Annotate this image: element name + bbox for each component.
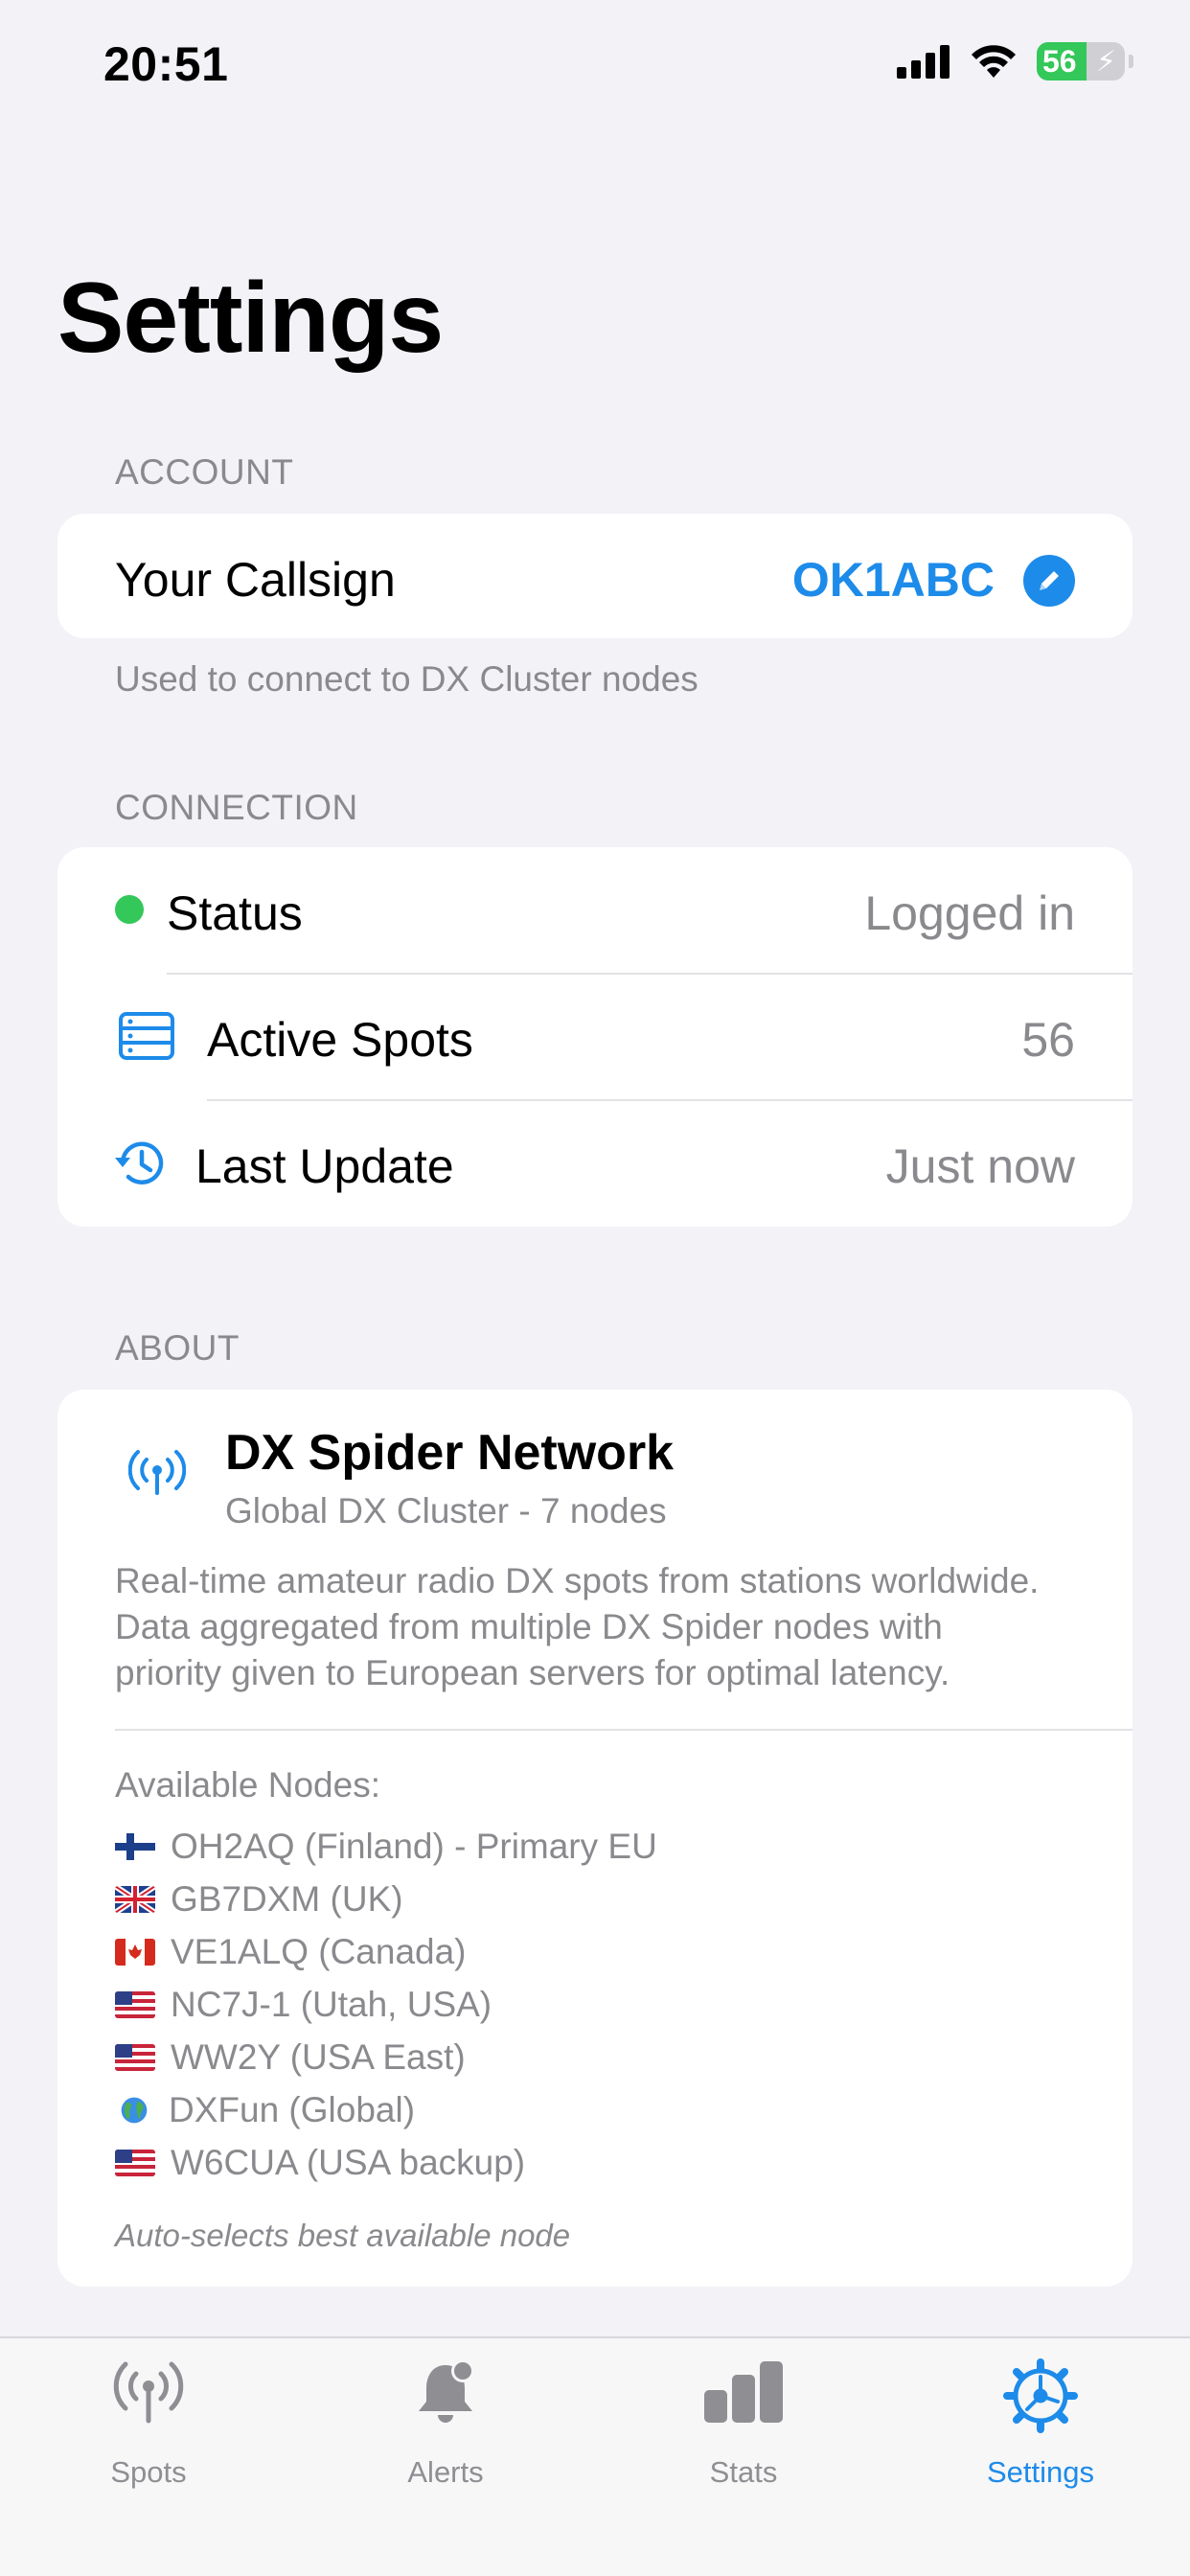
account-section-header: ACCOUNT	[115, 452, 294, 492]
tab-label: Stats	[709, 2455, 778, 2489]
node-label: DXFun (Global)	[169, 2090, 416, 2129]
battery-level: 56	[1042, 44, 1077, 79]
last-update-label: Last Update	[195, 1139, 454, 1193]
account-card: Your Callsign OK1ABC	[57, 514, 1133, 638]
bell-badge-icon	[419, 2359, 474, 2423]
antenna-icon	[113, 2361, 184, 2424]
settings-screen: 20:51 56 ⚡ Settings ACCOUNT Your Callsig…	[0, 0, 1190, 2576]
divider	[115, 1729, 1133, 1731]
status-bar: 20:51 56 ⚡	[0, 0, 1190, 125]
node-item: GB7DXM (UK)	[115, 1879, 403, 1920]
tab-label: Alerts	[407, 2455, 484, 2489]
gear-icon	[1003, 2358, 1078, 2433]
about-description-line: Real-time amateur radio DX spots from st…	[115, 1561, 1040, 1600]
connection-section-header: CONNECTION	[115, 788, 358, 827]
last-update-value: Just now	[885, 1139, 1075, 1193]
about-description-line: priority given to European servers for o…	[115, 1653, 950, 1692]
last-update-row: Last Update Just now	[57, 1100, 1133, 1227]
charging-bolt-icon: ⚡	[1096, 46, 1117, 78]
node-label: GB7DXM (UK)	[171, 1879, 403, 1919]
active-spots-row: Active Spots 56	[57, 974, 1133, 1100]
node-item: OH2AQ (Finland) - Primary EU	[115, 1827, 657, 1867]
edit-pencil-icon[interactable]	[1023, 555, 1075, 607]
tab-settings[interactable]: Settings	[892, 2338, 1189, 2511]
account-footer: Used to connect to DX Cluster nodes	[115, 659, 698, 699]
wifi-icon	[972, 45, 1016, 78]
active-spots-value: 56	[1021, 1013, 1075, 1067]
globe-icon	[121, 2097, 148, 2124]
uk-flag-icon	[115, 1886, 155, 1913]
status-label: Status	[167, 886, 303, 940]
node-item: WW2Y (USA East)	[115, 2037, 466, 2078]
history-clock-icon	[115, 1141, 164, 1184]
node-label: VE1ALQ (Canada)	[171, 1932, 467, 1971]
about-footnote: Auto-selects best available node	[115, 2218, 571, 2253]
server-stack-icon	[119, 1012, 174, 1060]
tab-bar: Spots Alerts Stats Settings	[0, 2336, 1190, 2576]
finland-flag-icon	[115, 1833, 155, 1860]
node-label: NC7J-1 (Utah, USA)	[171, 1985, 492, 2024]
about-section-header: ABOUT	[115, 1328, 240, 1368]
page-title: Settings	[57, 263, 444, 374]
about-description: Real-time amateur radio DX spots from st…	[115, 1558, 1092, 1696]
status-value: Logged in	[864, 886, 1075, 940]
status-dot	[115, 895, 144, 924]
about-card: DX Spider Network Global DX Cluster - 7 …	[57, 1390, 1133, 2287]
status-time: 20:51	[103, 37, 229, 91]
status-row: Status Logged in	[57, 847, 1133, 974]
cellular-signal-icon	[897, 45, 950, 79]
node-item: NC7J-1 (Utah, USA)	[115, 1985, 492, 2025]
usa-flag-icon	[115, 1991, 155, 2018]
tab-stats[interactable]: Stats	[595, 2338, 892, 2511]
battery-charging-icon: 56 ⚡	[1037, 42, 1133, 80]
about-subtitle: Global DX Cluster - 7 nodes	[225, 1491, 667, 1530]
connection-card: Status Logged in Active Spots 56 Last Up…	[57, 847, 1133, 1227]
node-item: W6CUA (USA backup)	[115, 2143, 525, 2183]
canada-flag-icon	[115, 1939, 155, 1966]
bar-chart-icon	[704, 2361, 783, 2423]
node-label: W6CUA (USA backup)	[171, 2143, 526, 2182]
antenna-broadcast-icon	[128, 1450, 186, 1495]
status-icons: 56 ⚡	[897, 42, 1133, 80]
usa-flag-icon	[115, 2044, 155, 2071]
node-label: OH2AQ (Finland) - Primary EU	[171, 1827, 657, 1866]
node-label: WW2Y (USA East)	[171, 2037, 466, 2077]
about-description-line: Data aggregated from multiple DX Spider …	[115, 1607, 943, 1646]
callsign-value[interactable]: OK1ABC	[792, 552, 995, 608]
nodes-heading: Available Nodes:	[115, 1765, 380, 1805]
node-item: DXFun (Global)	[115, 2090, 415, 2130]
tab-alerts[interactable]: Alerts	[297, 2338, 594, 2511]
tab-label: Spots	[110, 2455, 187, 2489]
node-item: VE1ALQ (Canada)	[115, 1932, 467, 1972]
tab-label: Settings	[986, 2455, 1094, 2489]
tab-spots[interactable]: Spots	[0, 2338, 297, 2511]
usa-flag-icon	[115, 2150, 155, 2176]
active-spots-label: Active Spots	[207, 1013, 473, 1067]
about-title: DX Spider Network	[225, 1425, 675, 1481]
callsign-label: Your Callsign	[115, 553, 396, 607]
